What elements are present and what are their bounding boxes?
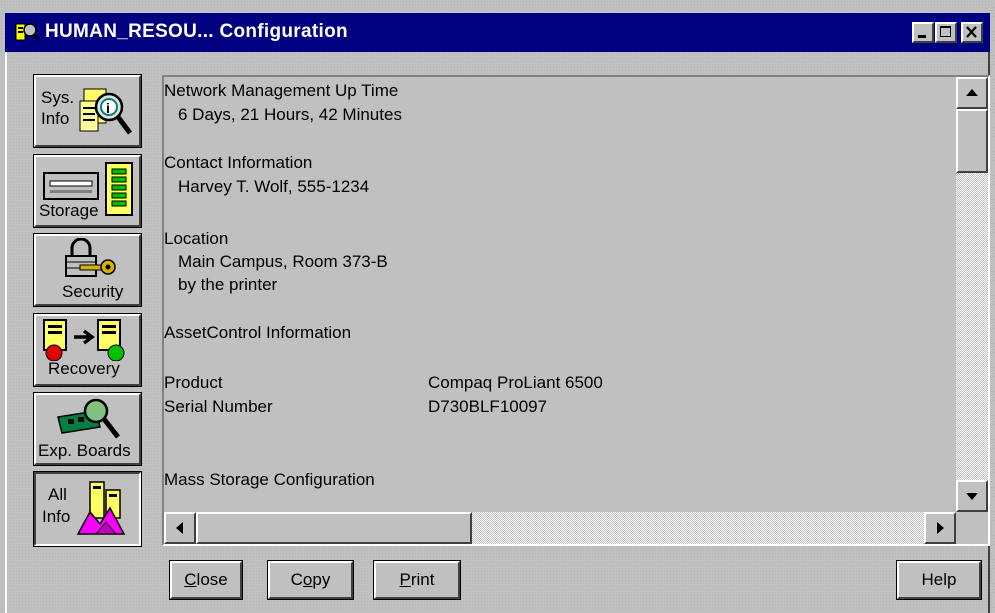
horizontal-scrollbar[interactable] — [164, 512, 956, 544]
serial-number-label: Serial Number — [164, 397, 273, 416]
vertical-scroll-thumb[interactable] — [956, 109, 988, 173]
configuration-window: HUMAN_RESOU... Configuration Sys. Info i… — [0, 0, 995, 613]
maximize-button[interactable] — [935, 22, 957, 43]
nav-label-line1: All — [48, 485, 67, 504]
padlock-key-icon — [65, 238, 116, 277]
close-accelerator: C — [184, 570, 197, 589]
copy-label-start: C — [290, 570, 303, 589]
copy-button[interactable]: Copy — [267, 560, 354, 600]
configuration-panel: Network Management Up Time 6 Days, 21 Ho… — [162, 75, 990, 546]
nav-recovery-button[interactable]: Recovery — [33, 313, 142, 387]
nav-storage-button[interactable]: Storage — [33, 154, 142, 228]
scroll-left-button[interactable] — [164, 512, 196, 544]
mass-storage-label: Mass Storage Configuration — [164, 470, 375, 489]
compaq-insight-icon[interactable] — [15, 21, 39, 43]
storage-drive-icon — [43, 162, 133, 216]
window-title: HUMAN_RESOU... Configuration — [45, 21, 348, 42]
minimize-button[interactable] — [912, 22, 934, 43]
recovery-servers-icon — [43, 319, 125, 361]
copy-accelerator: o — [302, 570, 313, 589]
configuration-text-area[interactable]: Network Management Up Time 6 Days, 21 Ho… — [164, 77, 956, 512]
help-button[interactable]: Help — [896, 560, 982, 600]
asset-control-label: AssetControl Information — [164, 323, 352, 342]
scroll-up-button[interactable] — [956, 77, 988, 109]
expansion-board-magnifier-icon — [57, 398, 120, 439]
location-label: Location — [164, 229, 229, 248]
serial-number-value: D730BLF10097 — [428, 397, 548, 416]
scroll-down-button[interactable] — [956, 480, 988, 512]
nav-all-info-button[interactable]: All Info — [33, 471, 142, 547]
product-label: Product — [164, 373, 223, 392]
all-info-buildings-icon — [76, 481, 126, 535]
arrow-left-icon — [176, 522, 183, 534]
nav-label-line2: Info — [41, 109, 70, 128]
scrollbar-corner — [956, 512, 988, 544]
nav-security-button[interactable]: Security — [33, 233, 142, 307]
nav-label-line2: Security — [62, 282, 124, 301]
contact-value: Harvey T. Wolf, 555-1234 — [178, 177, 370, 196]
nav-label-line2: Info — [42, 507, 71, 526]
close-icon — [966, 26, 977, 38]
location-line2: by the printer — [178, 275, 278, 294]
nav-label-line2: Recovery — [48, 359, 120, 378]
horizontal-scroll-thumb[interactable] — [196, 512, 472, 544]
copy-label-end: py — [312, 570, 331, 589]
vertical-scrollbar[interactable] — [956, 77, 988, 512]
close-label: lose — [196, 570, 228, 589]
product-value: Compaq ProLiant 6500 — [428, 373, 603, 392]
contact-label: Contact Information — [164, 153, 313, 172]
arrow-up-icon — [966, 89, 978, 96]
title-bar[interactable]: HUMAN_RESOU... Configuration — [5, 13, 990, 52]
system-info-magnifier-icon: i — [79, 88, 132, 135]
print-accelerator: P — [399, 570, 411, 589]
close-button[interactable] — [961, 22, 983, 43]
nav-exp-boards-button[interactable]: Exp. Boards — [33, 392, 142, 466]
uptime-label: Network Management Up Time — [164, 81, 399, 100]
print-label: rint — [410, 570, 435, 589]
nav-sys-info-button[interactable]: Sys. Info i — [33, 74, 142, 148]
arrow-right-icon — [937, 522, 944, 534]
help-label: Help — [921, 570, 957, 589]
nav-label-line2: Exp. Boards — [38, 441, 131, 460]
svg-text:i: i — [106, 100, 110, 116]
minimize-icon — [918, 35, 926, 38]
scroll-right-button[interactable] — [924, 512, 956, 544]
maximize-icon — [940, 26, 951, 37]
close-dialog-button[interactable]: Close — [169, 560, 243, 600]
uptime-value: 6 Days, 21 Hours, 42 Minutes — [178, 105, 402, 124]
arrow-down-icon — [966, 493, 978, 500]
print-button[interactable]: Print — [373, 560, 461, 600]
location-line1: Main Campus, Room 373-B — [178, 252, 388, 271]
nav-label-line1: Sys. — [41, 88, 75, 107]
